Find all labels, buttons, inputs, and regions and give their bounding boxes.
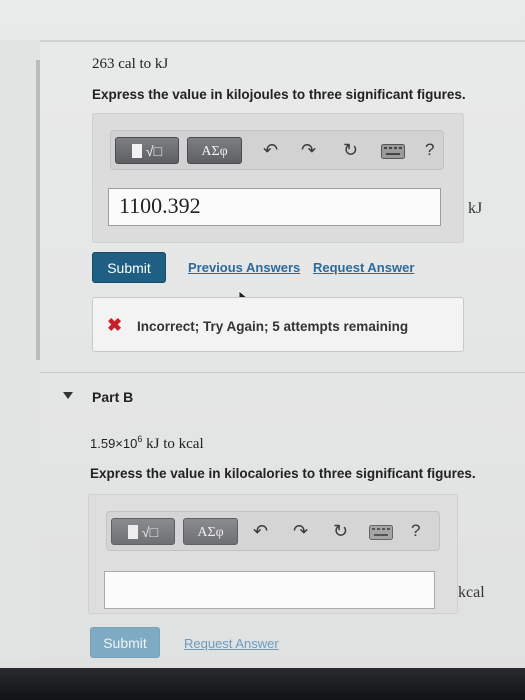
undo-icon[interactable]: ↶ xyxy=(253,521,268,541)
part-a-request-answer-link[interactable]: Request Answer xyxy=(313,260,414,275)
part-a-answer-input[interactable]: 1100.392 xyxy=(108,188,441,226)
part-b-unit: kcal xyxy=(458,584,485,601)
browser-page: 263 cal to kJ Express the value in kiloj… xyxy=(0,0,525,700)
part-b-request-answer-link[interactable]: Request Answer xyxy=(184,636,279,651)
part-a-math-toolbar: √□ ΑΣφ ↶ ↷ ↻ ? xyxy=(110,130,444,170)
incorrect-x-icon: ✖ xyxy=(107,315,123,335)
part-b-question: 1.59×106 kJ to kcal xyxy=(90,434,204,453)
template-block-icon xyxy=(127,525,138,539)
templates-label: √□ xyxy=(145,143,163,159)
reset-icon[interactable]: ↻ xyxy=(333,521,348,541)
previous-answers-link[interactable]: Previous Answers xyxy=(188,260,300,275)
part-b-title[interactable]: Part B xyxy=(92,389,133,405)
redo-icon[interactable]: ↷ xyxy=(301,140,316,160)
part-a-answer-panel: √□ ΑΣφ ↶ ↷ ↻ ? 1100.392 xyxy=(92,113,464,243)
part-a-accent-bar xyxy=(36,60,40,360)
feedback-text: Incorrect; Try Again; 5 attempts remaini… xyxy=(137,319,409,334)
part-b-submit-button[interactable]: Submit xyxy=(90,627,160,658)
part-b-answer-input[interactable] xyxy=(104,571,435,609)
keyboard-icon[interactable] xyxy=(381,143,405,163)
redo-icon[interactable]: ↷ xyxy=(293,521,308,541)
reset-icon[interactable]: ↻ xyxy=(343,140,358,160)
greek-symbols-button[interactable]: ΑΣφ xyxy=(183,518,238,545)
part-b-answer-panel: √□ ΑΣφ ↶ ↷ ↻ ? xyxy=(88,494,458,614)
top-border xyxy=(40,40,525,42)
part-b-instruction: Express the value in kilocalories to thr… xyxy=(90,466,476,481)
template-block-icon xyxy=(131,144,142,158)
undo-icon[interactable]: ↶ xyxy=(263,140,278,160)
left-gutter xyxy=(0,40,40,660)
collapse-arrow-icon[interactable] xyxy=(63,392,73,399)
part-b-math-toolbar: √□ ΑΣφ ↶ ↷ ↻ ? xyxy=(106,511,440,551)
keyboard-icon[interactable] xyxy=(369,524,393,544)
section-divider xyxy=(40,372,525,373)
help-button[interactable]: ? xyxy=(425,140,434,160)
greek-symbols-button[interactable]: ΑΣφ xyxy=(187,137,242,164)
feedback-box: ✖ Incorrect; Try Again; 5 attempts remai… xyxy=(92,297,464,352)
part-a-submit-button[interactable]: Submit xyxy=(92,252,166,283)
help-button[interactable]: ? xyxy=(411,521,420,541)
monitor-bezel xyxy=(0,668,525,700)
templates-label: √□ xyxy=(141,524,159,540)
part-a-question: 263 cal to kJ xyxy=(92,56,169,72)
templates-button[interactable]: √□ xyxy=(115,137,179,164)
templates-button[interactable]: √□ xyxy=(111,518,175,545)
part-a-instruction: Express the value in kilojoules to three… xyxy=(92,87,466,102)
part-b-question-coefficient: 1.59×10 xyxy=(90,436,138,451)
part-a-unit: kJ xyxy=(468,200,483,217)
part-b-question-units: kJ to kcal xyxy=(142,436,204,452)
